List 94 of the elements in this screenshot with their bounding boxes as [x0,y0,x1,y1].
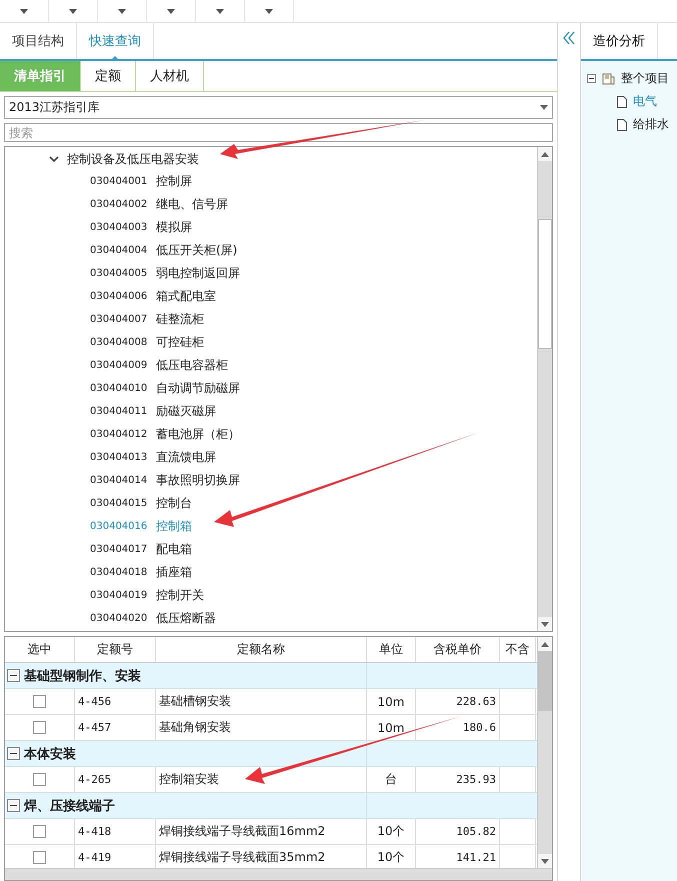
caret-icon[interactable] [541,622,549,626]
caret-icon[interactable] [69,8,77,14]
item-name[interactable]: 事故照明切换屏 [156,472,240,489]
caret-icon[interactable] [20,8,28,14]
caret-icon[interactable] [118,8,126,14]
item-name[interactable]: 低压熔断器 [156,610,216,627]
item-code[interactable]: 030404014 [90,475,156,486]
item-code[interactable]: 030404003 [90,222,156,233]
item-code[interactable]: 030404019 [90,590,156,601]
item-code[interactable]: 030404010 [90,383,156,394]
item-code[interactable]: 030404008 [90,337,156,348]
item-code[interactable]: 030404007 [90,314,156,325]
scrollbar-thumb[interactable] [538,219,552,349]
library-dropdown[interactable]: 2013江苏指引库 [4,96,553,119]
scrollbar[interactable] [537,147,552,631]
item-code[interactable]: 030404020 [90,613,156,624]
item-name[interactable]: 控制开关 [156,587,204,604]
tree-item[interactable]: 给排水 [633,116,669,133]
item-name[interactable]: 蓄电池屏（柜） [156,426,240,443]
item-code[interactable]: 030404015 [90,498,156,509]
item-code[interactable]: 030404016 [90,521,156,532]
document-icon [617,96,627,108]
item-name[interactable]: 控制屏 [156,173,192,190]
table-cell: 4-265 [75,767,156,792]
item-name[interactable]: 可控硅柜 [156,334,204,351]
chevron-icon[interactable] [49,156,59,163]
collapse-icon[interactable] [7,747,20,760]
table-cell: 基础槽钢安装 [156,689,367,714]
scrollbar-thumb[interactable] [538,651,552,711]
item-code[interactable]: 030404002 [90,199,156,210]
document-icon [617,118,627,130]
item-name[interactable]: 模拟屏 [156,219,192,236]
item-code[interactable]: 030404006 [90,291,156,302]
item-code[interactable]: 030404013 [90,452,156,463]
item-code[interactable]: 030404018 [90,567,156,578]
item-name[interactable]: 配电箱 [156,541,192,558]
collapse-icon[interactable] [7,799,20,812]
item-name[interactable]: 继电、信号屏 [156,196,228,213]
caret-icon[interactable] [167,8,175,14]
item-name[interactable]: 插座箱 [156,564,192,581]
item-name[interactable]: 励磁灭磁屏 [156,403,216,420]
column-header[interactable]: 含税单价 [416,637,500,662]
caret-icon[interactable] [541,642,549,646]
column-header[interactable]: 不含 [500,637,536,662]
column-header[interactable]: 定额名称 [156,637,367,662]
horizontal-scrollbar[interactable] [5,868,552,880]
item-code[interactable]: 030404005 [90,268,156,279]
table-cell: 基础角钢安装 [156,715,367,740]
table-cell: 10m [367,689,416,714]
panel-tab[interactable]: 项目结构 [0,23,77,59]
item-name[interactable]: 弱电控制返回屏 [156,265,240,282]
item-name[interactable]: 直流馈电屏 [156,449,216,466]
tree-category[interactable]: 控制设备及低压电器安装 [67,151,199,168]
caret-icon[interactable] [540,105,548,110]
caret-icon[interactable] [216,8,224,14]
item-code[interactable]: 030404011 [90,406,156,417]
item-code[interactable]: 030404009 [90,360,156,371]
table-cell: 10个 [367,819,416,844]
item-name[interactable]: 控制台 [156,495,192,512]
collapse-icon[interactable] [587,74,596,83]
item-name[interactable]: 控制箱 [156,518,192,535]
table-cell: 4-457 [75,715,156,740]
item-name[interactable]: 硅整流柜 [156,311,204,328]
checkbox[interactable] [33,695,46,708]
table-cell: 台 [367,767,416,792]
collapse-icon[interactable] [7,669,20,682]
item-code[interactable]: 030404001 [90,176,156,187]
item-code[interactable]: 030404004 [90,245,156,256]
table-cell: 228.63 [416,689,500,714]
item-code[interactable]: 030404017 [90,544,156,555]
table-cell: 105.82 [416,819,500,844]
caret-icon[interactable] [541,858,549,864]
item-name[interactable]: 自动调节励磁屏 [156,380,240,397]
item-name[interactable]: 箱式配电室 [156,288,216,305]
item-code[interactable]: 030404012 [90,429,156,440]
table-cell: 235.93 [416,767,500,792]
checkbox[interactable] [33,825,46,838]
checkbox[interactable] [33,773,46,786]
checkbox[interactable] [33,721,46,734]
item-name[interactable]: 低压电容器柜 [156,357,228,374]
table-cell: 焊铜接线端子导线截面16mm2 [156,819,367,844]
search-field[interactable]: 搜索 [4,123,553,142]
scrollbar[interactable] [537,637,552,868]
column-header[interactable]: 选中 [5,637,75,662]
table-cell: 4-418 [75,819,156,844]
checkbox[interactable] [33,851,46,864]
column-header[interactable]: 单位 [367,637,416,662]
table-cell: 4-456 [75,689,156,714]
project-icon [602,72,615,84]
caret-icon[interactable] [265,8,273,14]
tree-item[interactable]: 整个项目 [621,70,669,87]
caret-icon[interactable] [541,152,549,156]
item-name[interactable]: 低压开关柜(屏) [156,242,238,259]
column-header[interactable]: 定额号 [75,637,156,662]
